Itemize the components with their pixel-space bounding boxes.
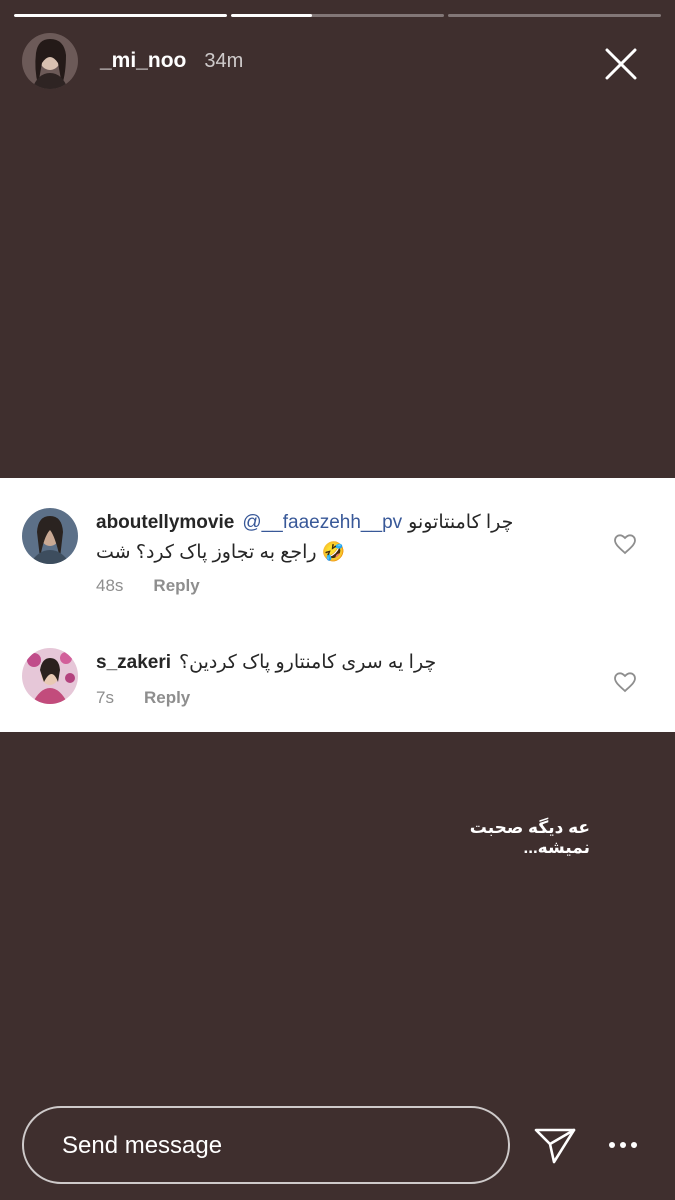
comment-text: s_zakeri چرا یه سری کامنتارو پاک کردین؟	[96, 648, 586, 678]
progress-segment-2	[231, 14, 444, 17]
story-timestamp: 34m	[204, 49, 244, 72]
comment-body-line2: راجع به تجاوز پاک کرد؟ شت	[96, 542, 317, 563]
comment-item: aboutellymovie @__faaezehh__pv چرا کامنتات…	[0, 478, 675, 608]
more-dots-icon[interactable]	[608, 1134, 638, 1156]
story-header: _mi_noo 34m	[22, 32, 657, 90]
paper-plane-icon[interactable]	[532, 1122, 578, 1168]
avatar[interactable]	[22, 648, 78, 704]
avatar[interactable]	[22, 508, 78, 564]
comment-meta: 48s Reply	[96, 576, 200, 596]
story-progress	[14, 14, 661, 18]
comments-panel: aboutellymovie @__faaezehh__pv چرا کامنتات…	[0, 478, 675, 732]
comment-username[interactable]: s_zakeri	[96, 652, 171, 673]
comment-time: 48s	[96, 576, 124, 595]
send-message-input[interactable]: Send message	[22, 1106, 510, 1184]
close-icon[interactable]	[601, 44, 641, 84]
story-footer: Send message	[22, 1106, 672, 1186]
reply-button[interactable]: Reply	[153, 576, 199, 596]
comment-time: 7s	[96, 688, 114, 707]
comment-meta: 7s Reply	[96, 688, 190, 708]
comment-body-line1: چرا کامنتاتونو	[408, 512, 514, 533]
progress-segment-1	[14, 14, 227, 17]
comment-item: s_zakeri چرا یه سری کامنتارو پاک کردین؟ 7…	[0, 608, 675, 732]
comment-text: aboutellymovie @__faaezehh__pv چرا کامنتات…	[96, 508, 586, 568]
send-message-placeholder: Send message	[62, 1132, 223, 1159]
story-username[interactable]: _mi_noo	[100, 49, 186, 73]
story-caption: عه دیگه صحبت نمیشه...	[469, 818, 590, 857]
avatar[interactable]	[22, 33, 78, 89]
heart-icon[interactable]	[613, 670, 637, 694]
reply-button[interactable]: Reply	[144, 688, 190, 708]
comment-username[interactable]: aboutellymovie	[96, 512, 234, 533]
comment-body-line1: چرا یه سری کامنتارو پاک کردین؟	[179, 652, 437, 673]
comment-mention[interactable]: @__faaezehh__pv	[242, 512, 402, 533]
heart-icon[interactable]	[613, 532, 637, 556]
rofl-emoji: 🤣	[321, 542, 346, 563]
progress-segment-3	[448, 14, 661, 17]
